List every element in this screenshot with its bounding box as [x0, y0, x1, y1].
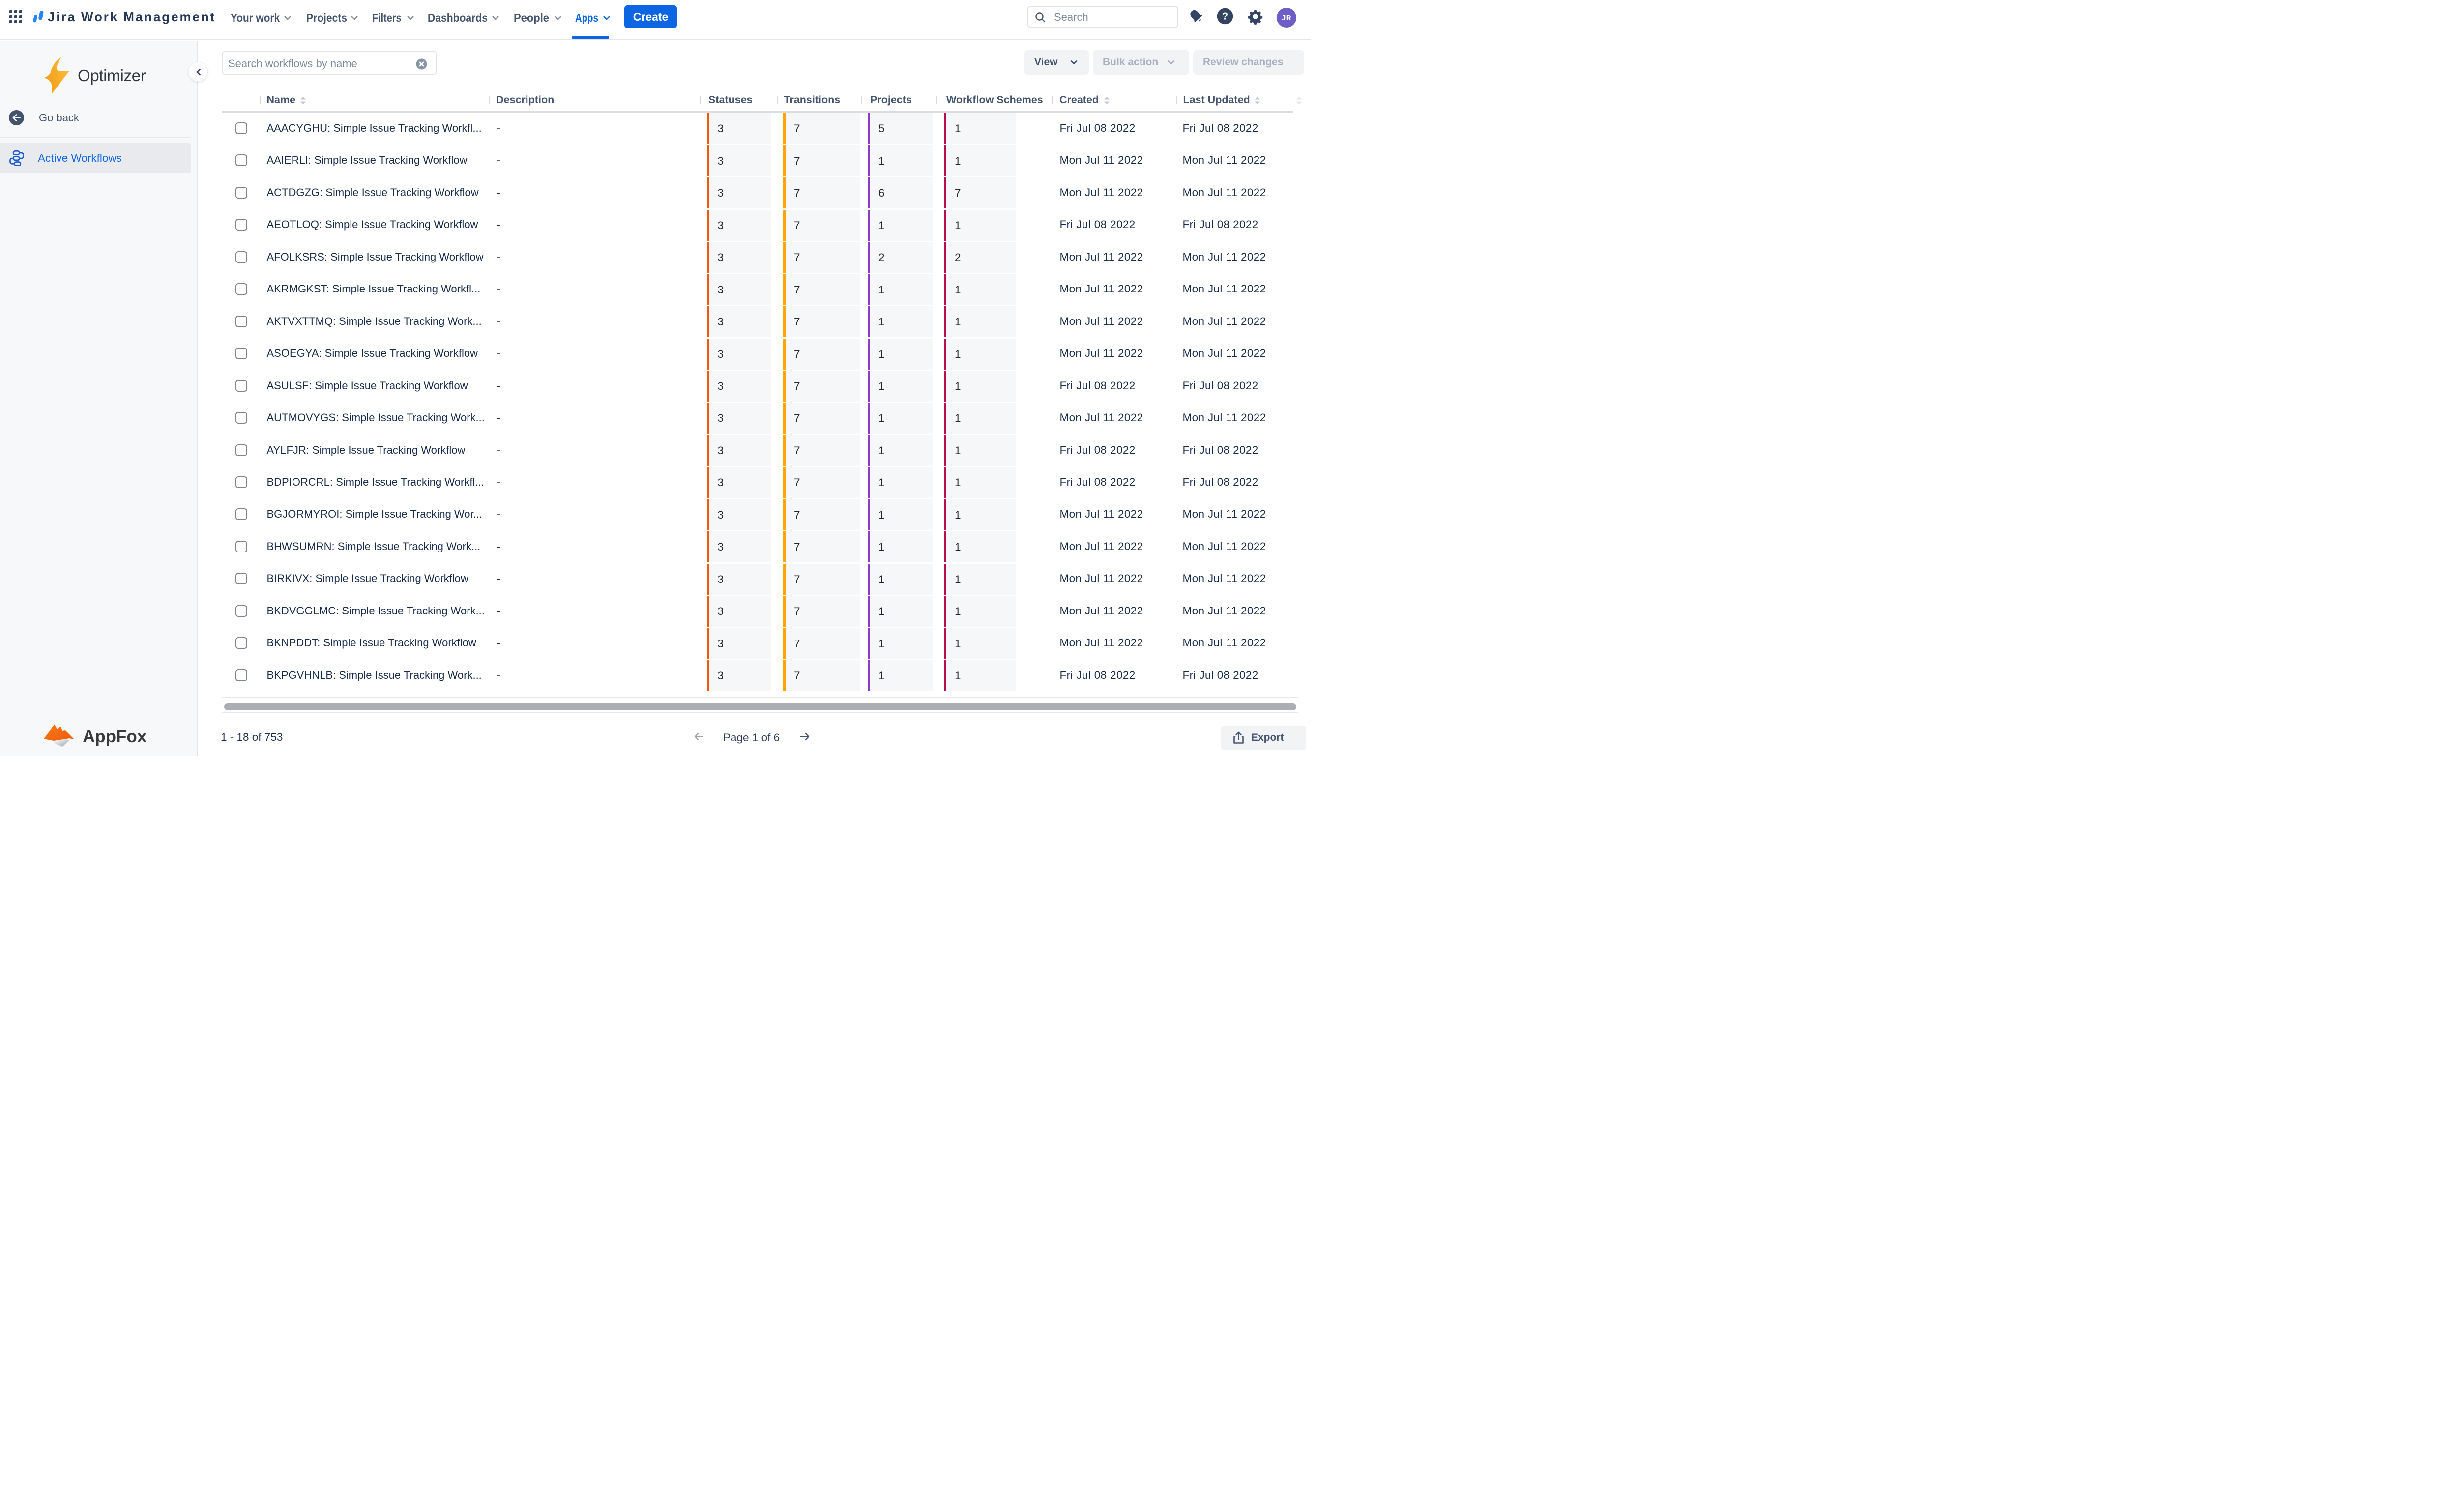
- svg-text:?: ?: [1222, 11, 1228, 22]
